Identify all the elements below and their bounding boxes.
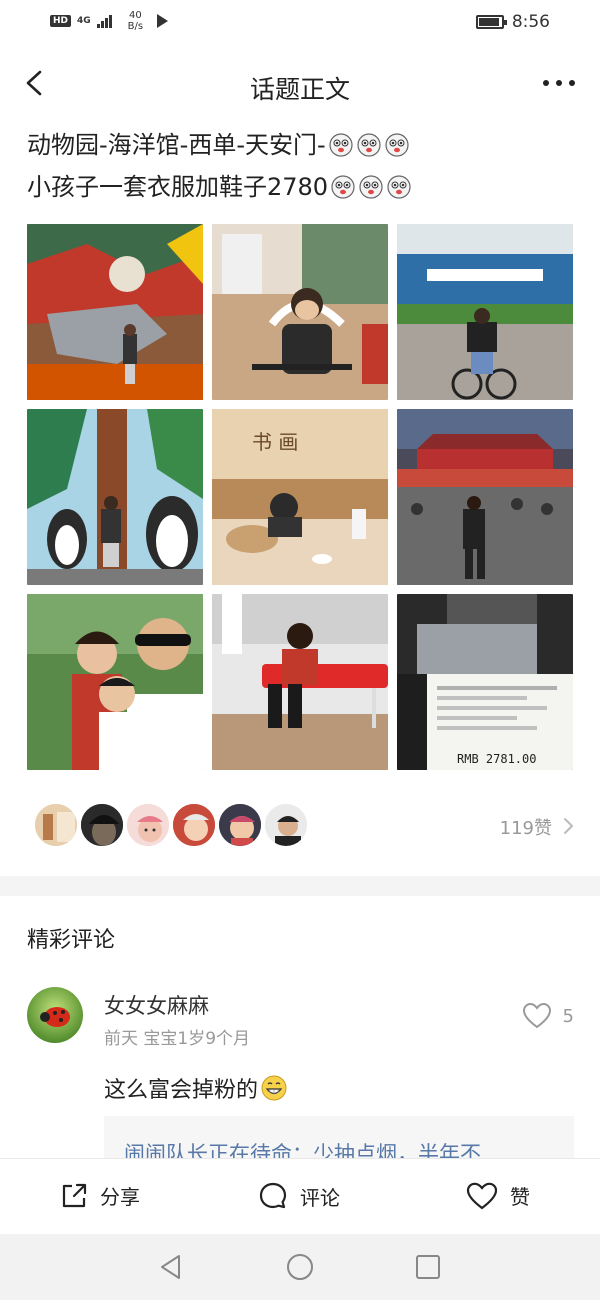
battery-icon bbox=[475, 15, 507, 29]
photo-restaurant-table[interactable]: 书 画 bbox=[212, 409, 388, 585]
speed-value: 40 bbox=[129, 10, 142, 21]
status-bar: HD 4G 40 B/s 8:56 bbox=[0, 0, 600, 48]
emoji-face-icon bbox=[359, 175, 383, 199]
action-bar: 分享 评论 赞 bbox=[0, 1158, 600, 1234]
clock: 8:56 bbox=[511, 12, 550, 32]
emoji-face-icon bbox=[329, 133, 353, 157]
emoji-face-icon bbox=[331, 175, 355, 199]
post-line-2: 小孩子一套衣服加鞋子2780 bbox=[27, 166, 577, 208]
photo-grid: 书 画 RMB 2781.00 bbox=[27, 224, 574, 771]
comment-like-count: 5 bbox=[562, 1006, 574, 1027]
signal-icon bbox=[96, 14, 112, 28]
home-circle-icon[interactable] bbox=[286, 1253, 314, 1281]
photo-receipt[interactable]: RMB 2781.00 bbox=[397, 594, 573, 770]
photo-family-selfie[interactable] bbox=[27, 594, 203, 770]
comment-body-text: 这么富会掉粉的 bbox=[104, 1078, 259, 1103]
section-divider bbox=[0, 876, 600, 896]
post-line-2-text: 小孩子一套衣服加鞋子2780 bbox=[27, 173, 329, 201]
comment-label: 评论 bbox=[300, 1185, 340, 1210]
system-nav-bar bbox=[0, 1234, 600, 1300]
heart-icon[interactable] bbox=[522, 1002, 552, 1030]
like-label: 赞 bbox=[510, 1185, 530, 1209]
emoji-face-icon bbox=[357, 133, 381, 157]
page-title: 话题正文 bbox=[249, 75, 350, 104]
post-line-1-text: 动物园-海洋馆-西单-天安门- bbox=[27, 131, 326, 159]
receipt-amount: RMB 2781.00 bbox=[457, 752, 537, 766]
comment-icon bbox=[259, 1182, 287, 1209]
comment-meta: 前天 宝宝1岁9个月 bbox=[104, 1029, 251, 1049]
avatar[interactable] bbox=[27, 987, 83, 1043]
network-type: 4G bbox=[77, 16, 91, 26]
avatar[interactable] bbox=[263, 802, 309, 848]
status-left: HD 4G 40 B/s bbox=[50, 10, 169, 32]
share-label: 分享 bbox=[100, 1185, 140, 1209]
comment-button[interactable]: 评论 bbox=[258, 1181, 340, 1211]
emoji-face-icon bbox=[385, 133, 409, 157]
comments-section-title: 精彩评论 bbox=[27, 928, 116, 953]
reply-preview[interactable]: 闹闹队长正在待命：少抽点烟，半年不 bbox=[104, 1116, 574, 1160]
play-icon bbox=[157, 14, 169, 28]
chevron-right-icon[interactable] bbox=[561, 816, 575, 836]
likes-count[interactable]: 119赞 bbox=[500, 814, 552, 840]
avatar[interactable] bbox=[79, 802, 125, 848]
svg-text:书 画: 书 画 bbox=[252, 430, 298, 454]
status-right: 8:56 bbox=[475, 12, 550, 32]
speed-unit: B/s bbox=[127, 21, 144, 32]
network-speed: 40 B/s bbox=[128, 10, 143, 32]
post-line-1: 动物园-海洋馆-西单-天安门- bbox=[27, 124, 577, 166]
heart-icon bbox=[466, 1182, 498, 1209]
grin-emoji-icon bbox=[261, 1075, 287, 1101]
photo-mural-dinosaur[interactable] bbox=[27, 224, 203, 400]
photo-tiananmen-night[interactable] bbox=[397, 409, 573, 585]
post-text: 动物园-海洋馆-西单-天安门- 小孩子一套衣服加鞋子2780 bbox=[27, 124, 577, 208]
avatar[interactable] bbox=[217, 802, 263, 848]
photo-boy-bike-indoor[interactable] bbox=[212, 224, 388, 400]
photo-penguin-mural[interactable] bbox=[27, 409, 203, 585]
recents-square-icon[interactable] bbox=[414, 1253, 442, 1281]
back-triangle-icon[interactable] bbox=[157, 1253, 185, 1281]
avatar[interactable] bbox=[33, 802, 79, 848]
emoji-face-icon bbox=[387, 175, 411, 199]
hd-badge: HD bbox=[50, 15, 72, 27]
share-button[interactable]: 分享 bbox=[60, 1181, 140, 1210]
photo-boy-red-bench[interactable] bbox=[212, 594, 388, 770]
avatar[interactable] bbox=[171, 802, 217, 848]
avatar[interactable] bbox=[125, 802, 171, 848]
photo-aquarium-entrance[interactable] bbox=[397, 224, 573, 400]
reply-text: 闹闹队长正在待命：少抽点烟，半年不 bbox=[124, 1138, 481, 1160]
comment-body: 这么富会掉粉的 bbox=[104, 1072, 288, 1104]
comment-author[interactable]: 女女女麻麻 bbox=[104, 990, 209, 1020]
share-icon bbox=[62, 1183, 87, 1207]
liker-avatars[interactable] bbox=[33, 802, 309, 848]
more-dots-icon[interactable] bbox=[540, 72, 578, 94]
nav-bar: 话题正文 bbox=[0, 54, 600, 114]
like-button[interactable]: 赞 bbox=[466, 1181, 530, 1210]
